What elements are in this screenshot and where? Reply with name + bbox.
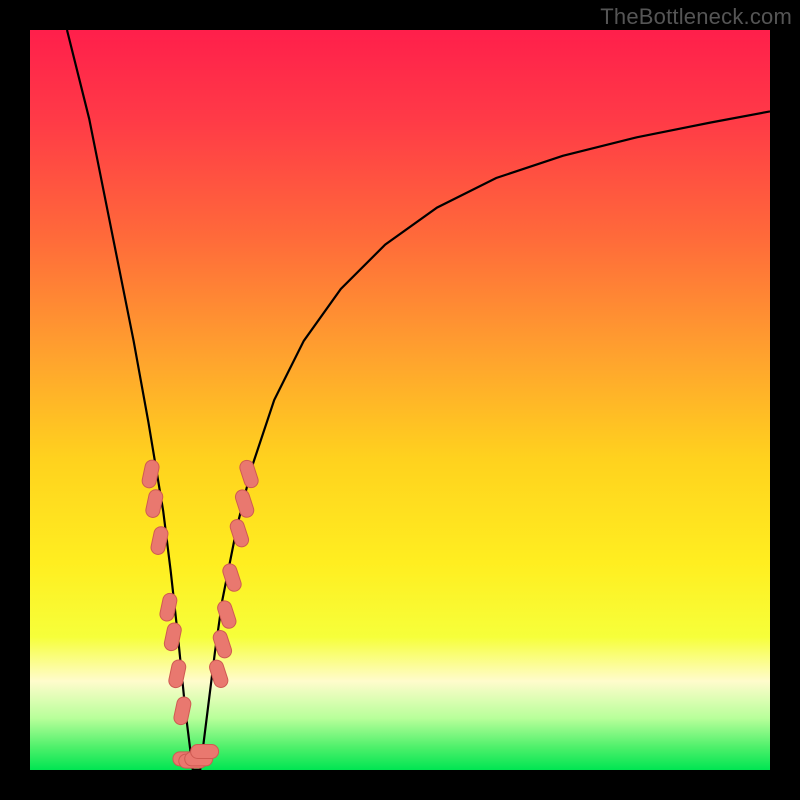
outer-frame: TheBottleneck.com (0, 0, 800, 800)
watermark-text: TheBottleneck.com (600, 4, 792, 30)
curve-marker (191, 745, 219, 759)
gradient-background (30, 30, 770, 770)
plot-area (30, 30, 770, 770)
bottleneck-chart (30, 30, 770, 770)
